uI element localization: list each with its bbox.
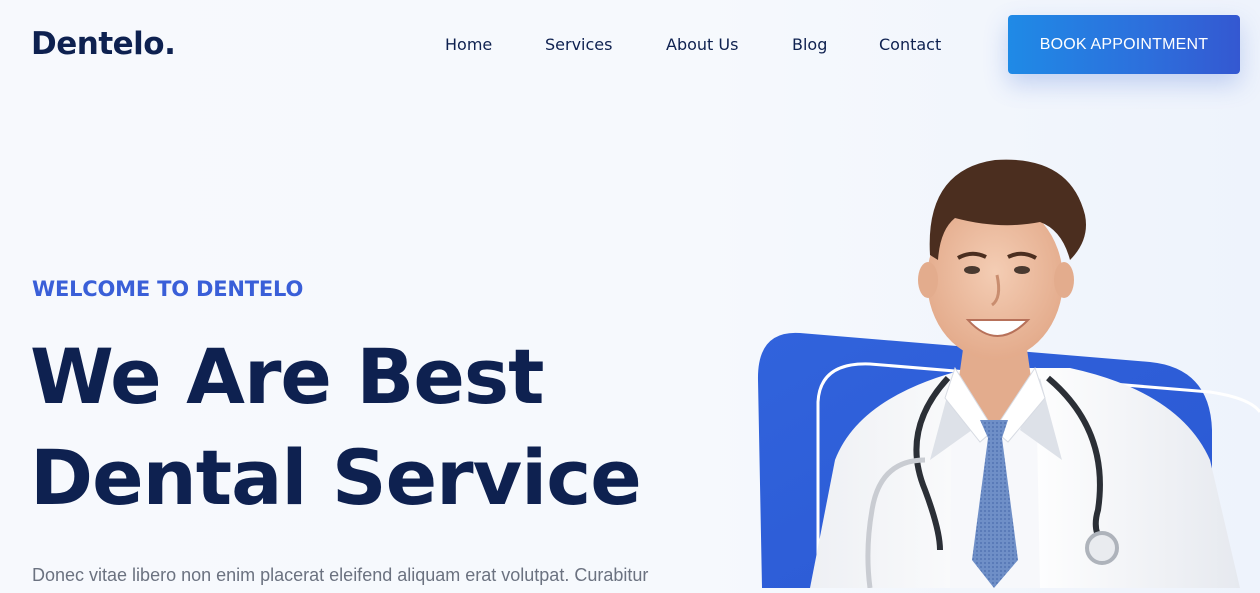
nav-item-contact[interactable]: Contact xyxy=(879,34,941,56)
site-header: Dentelo. Home Services About Us Blog Con… xyxy=(0,0,1260,90)
hero-eyebrow: WELCOME TO DENTELO xyxy=(32,277,304,301)
site-logo[interactable]: Dentelo. xyxy=(31,24,176,64)
book-appointment-button[interactable]: BOOK APPOINTMENT xyxy=(1008,15,1240,74)
nav-item-about-us[interactable]: About Us xyxy=(666,34,738,56)
nav-item-services[interactable]: Services xyxy=(545,34,612,56)
hero-title-line-1: We Are Best xyxy=(30,332,544,421)
hero-title: We Are Best Dental Service xyxy=(30,326,730,528)
nav-item-home[interactable]: Home xyxy=(445,34,492,56)
nav-item-blog[interactable]: Blog xyxy=(792,34,827,56)
hero-image xyxy=(740,130,1260,589)
hero-description: Donec vitae libero non enim placerat ele… xyxy=(32,565,649,585)
hero-title-line-2: Dental Service xyxy=(30,433,642,522)
doctor-illustration xyxy=(757,159,1260,589)
